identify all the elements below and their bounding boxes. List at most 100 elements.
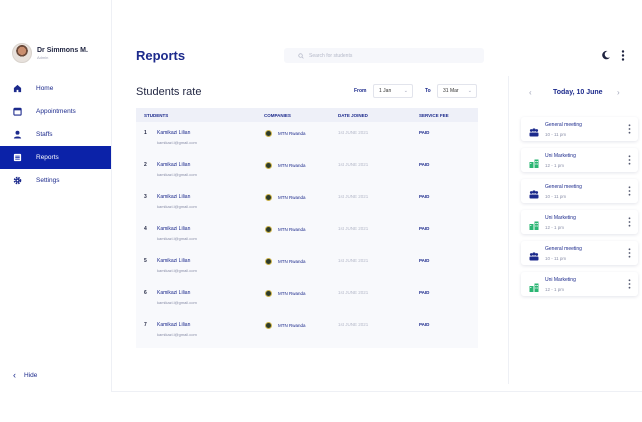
day-label: Today, 10 June	[553, 89, 603, 96]
event-card[interactable]: General meeting 10 - 11 pm	[521, 179, 638, 203]
to-select[interactable]: 31 Mar ⌄	[437, 84, 477, 98]
table-row[interactable]: 4 Kamikazi Lilian kamikazi.l@gmail.com MTN …	[136, 218, 478, 250]
more-options-icon[interactable]	[628, 217, 631, 227]
student-email: kamikazi.l@gmail.com	[157, 268, 197, 273]
sidebar-nav: Home Appointments Staffs Reports Setting…	[0, 77, 111, 192]
company-logo-icon	[265, 130, 272, 137]
date-joined: 1st JUNE 2021	[338, 130, 369, 135]
student-name[interactable]: Kamikazi Lilian	[157, 322, 190, 328]
company-logo-icon	[265, 258, 272, 265]
chevron-left-icon[interactable]: ‹	[529, 88, 532, 97]
event-time: 10 - 11 pm	[545, 194, 567, 199]
sidebar-item-home[interactable]: Home	[0, 77, 111, 100]
row-number: 5	[144, 258, 147, 264]
date-joined: 1st JUNE 2021	[338, 258, 369, 263]
more-options-icon[interactable]	[628, 248, 631, 258]
chevron-left-icon: ‹	[13, 370, 16, 380]
sidebar-item-label: Settings	[36, 177, 60, 184]
sidebar-item-staffs[interactable]: Staffs	[0, 123, 111, 146]
gear-icon	[13, 176, 22, 185]
company-cell: MTN Rwanda	[265, 194, 306, 201]
date-joined: 1st JUNE 2021	[338, 322, 369, 327]
column-header-service-fee[interactable]: SERVICE FEE	[419, 113, 449, 118]
company-name: MTN Rwanda	[278, 131, 306, 136]
sidebar-item-label: Appointments	[36, 108, 76, 115]
row-number: 1	[144, 130, 147, 136]
user-profile[interactable]: Dr Simmons M. Admin	[12, 43, 88, 63]
calendar-icon	[13, 107, 22, 116]
event-card[interactable]: Uni Marketing 12 - 1 pm	[521, 148, 638, 172]
hide-label: Hide	[24, 372, 38, 379]
moon-icon[interactable]	[601, 50, 611, 60]
column-header-students[interactable]: STUDENTS	[144, 113, 168, 118]
more-options-icon[interactable]	[628, 155, 631, 165]
to-label: To	[425, 88, 431, 94]
column-header-companies[interactable]: COMPANIES	[264, 113, 291, 118]
row-number: 4	[144, 226, 147, 232]
service-fee-status: PAID	[419, 194, 430, 199]
company-logo-icon	[265, 226, 272, 233]
event-card[interactable]: Uni Marketing 12 - 1 pm	[521, 210, 638, 234]
student-email: kamikazi.l@gmail.com	[157, 332, 197, 337]
event-time: 12 - 1 pm	[545, 287, 565, 292]
table-row[interactable]: 5 Kamikazi Lilian kamikazi.l@gmail.com MTN …	[136, 250, 478, 282]
day-navigator: ‹ Today, 10 June ›	[509, 88, 642, 100]
event-title: General meeting	[545, 184, 582, 190]
person-icon	[13, 130, 22, 139]
event-card[interactable]: General meeting 10 - 11 pm	[521, 241, 638, 265]
event-time: 12 - 1 pm	[545, 225, 565, 230]
page-title: Reports	[136, 48, 186, 63]
group-icon	[529, 124, 539, 137]
student-name[interactable]: Kamikazi Lilian	[157, 258, 190, 264]
service-fee-status: PAID	[419, 322, 430, 327]
table-row[interactable]: 6 Kamikazi Lilian kamikazi.l@gmail.com MTN …	[136, 282, 478, 314]
more-options-icon[interactable]	[628, 186, 631, 196]
table-row[interactable]: 2 Kamikazi Lilian kamikazi.l@gmail.com MTN …	[136, 154, 478, 186]
avatar	[12, 43, 32, 63]
hide-sidebar-button[interactable]: ‹ Hide	[13, 371, 37, 380]
table-row[interactable]: 3 Kamikazi Lilian kamikazi.l@gmail.com MTN …	[136, 186, 478, 218]
more-options-icon[interactable]	[628, 279, 631, 289]
company-name: MTN Rwanda	[278, 195, 306, 200]
column-header-date-joined[interactable]: DATE JOINED	[338, 113, 368, 118]
table-row[interactable]: 1 Kamikazi Lilian kamikazi.l@gmail.com MTN …	[136, 122, 478, 154]
student-name[interactable]: Kamikazi Lilian	[157, 130, 190, 136]
student-email: kamikazi.l@gmail.com	[157, 140, 197, 145]
table-row[interactable]: 7 Kamikazi Lilian kamikazi.l@gmail.com MTN …	[136, 314, 478, 346]
company-cell: MTN Rwanda	[265, 162, 306, 169]
company-name: MTN Rwanda	[278, 291, 306, 296]
company-name: MTN Rwanda	[278, 163, 306, 168]
service-fee-status: PAID	[419, 162, 430, 167]
chevron-right-icon[interactable]: ›	[617, 88, 620, 97]
date-joined: 1st JUNE 2021	[338, 194, 369, 199]
company-logo-icon	[265, 322, 272, 329]
service-fee-status: PAID	[419, 130, 430, 135]
search-input[interactable]: Search for students	[284, 48, 484, 63]
building-icon	[529, 217, 539, 230]
sidebar-item-label: Reports	[36, 154, 59, 161]
to-value: 31 Mar	[443, 88, 459, 94]
more-options-icon[interactable]	[621, 50, 625, 61]
student-email: kamikazi.l@gmail.com	[157, 300, 197, 305]
more-options-icon[interactable]	[628, 124, 631, 134]
date-joined: 1st JUNE 2021	[338, 290, 369, 295]
event-card[interactable]: General meeting 10 - 11 pm	[521, 117, 638, 141]
student-name[interactable]: Kamikazi Lilian	[157, 290, 190, 296]
sidebar-item-reports[interactable]: Reports	[0, 146, 111, 169]
from-select[interactable]: 1 Jan ⌄	[373, 84, 413, 98]
sidebar-item-label: Staffs	[36, 131, 53, 138]
row-number: 6	[144, 290, 147, 296]
event-time: 10 - 11 pm	[545, 256, 567, 261]
company-name: MTN Rwanda	[278, 323, 306, 328]
sidebar-item-settings[interactable]: Settings	[0, 169, 111, 192]
event-card[interactable]: Uni Marketing 12 - 1 pm	[521, 272, 638, 296]
row-number: 3	[144, 194, 147, 200]
student-name[interactable]: Kamikazi Lilian	[157, 162, 190, 168]
company-logo-icon	[265, 290, 272, 297]
company-name: MTN Rwanda	[278, 227, 306, 232]
event-title: General meeting	[545, 122, 582, 128]
chevron-down-icon: ⌄	[467, 88, 472, 94]
student-name[interactable]: Kamikazi Lilian	[157, 194, 190, 200]
sidebar-item-appointments[interactable]: Appointments	[0, 100, 111, 123]
student-name[interactable]: Kamikazi Lilian	[157, 226, 190, 232]
